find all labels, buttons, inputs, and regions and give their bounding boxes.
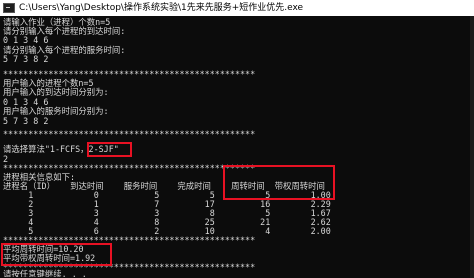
press-any-key-prompt: 请按任意键继续. . .: [3, 269, 87, 277]
turnaround-highlight-box: [223, 165, 335, 200]
console-separator: ****************************************…: [3, 129, 256, 139]
console-line: 5 7 3 8 2: [3, 54, 49, 64]
console-app-icon: [3, 3, 15, 13]
console-window: C:\Users\Yang\Desktop\操作系统实验\1先来先服务+短作业优…: [0, 0, 474, 278]
sjf-highlight-box: [87, 142, 132, 157]
console-output: 请输入作业（进程）个数n=5 请分别输入每个进程的到达时间: 0 1 3 4 6…: [3, 17, 471, 277]
console-scrollbar[interactable]: [470, 16, 474, 278]
window-title: C:\Users\Yang\Desktop\操作系统实验\1先来先服务+短作业优…: [19, 3, 304, 13]
title-bar[interactable]: C:\Users\Yang\Desktop\操作系统实验\1先来先服务+短作业优…: [0, 0, 474, 16]
console-line: 5 7 3 8 2: [3, 116, 49, 126]
averages-highlight-box: [1, 243, 112, 266]
